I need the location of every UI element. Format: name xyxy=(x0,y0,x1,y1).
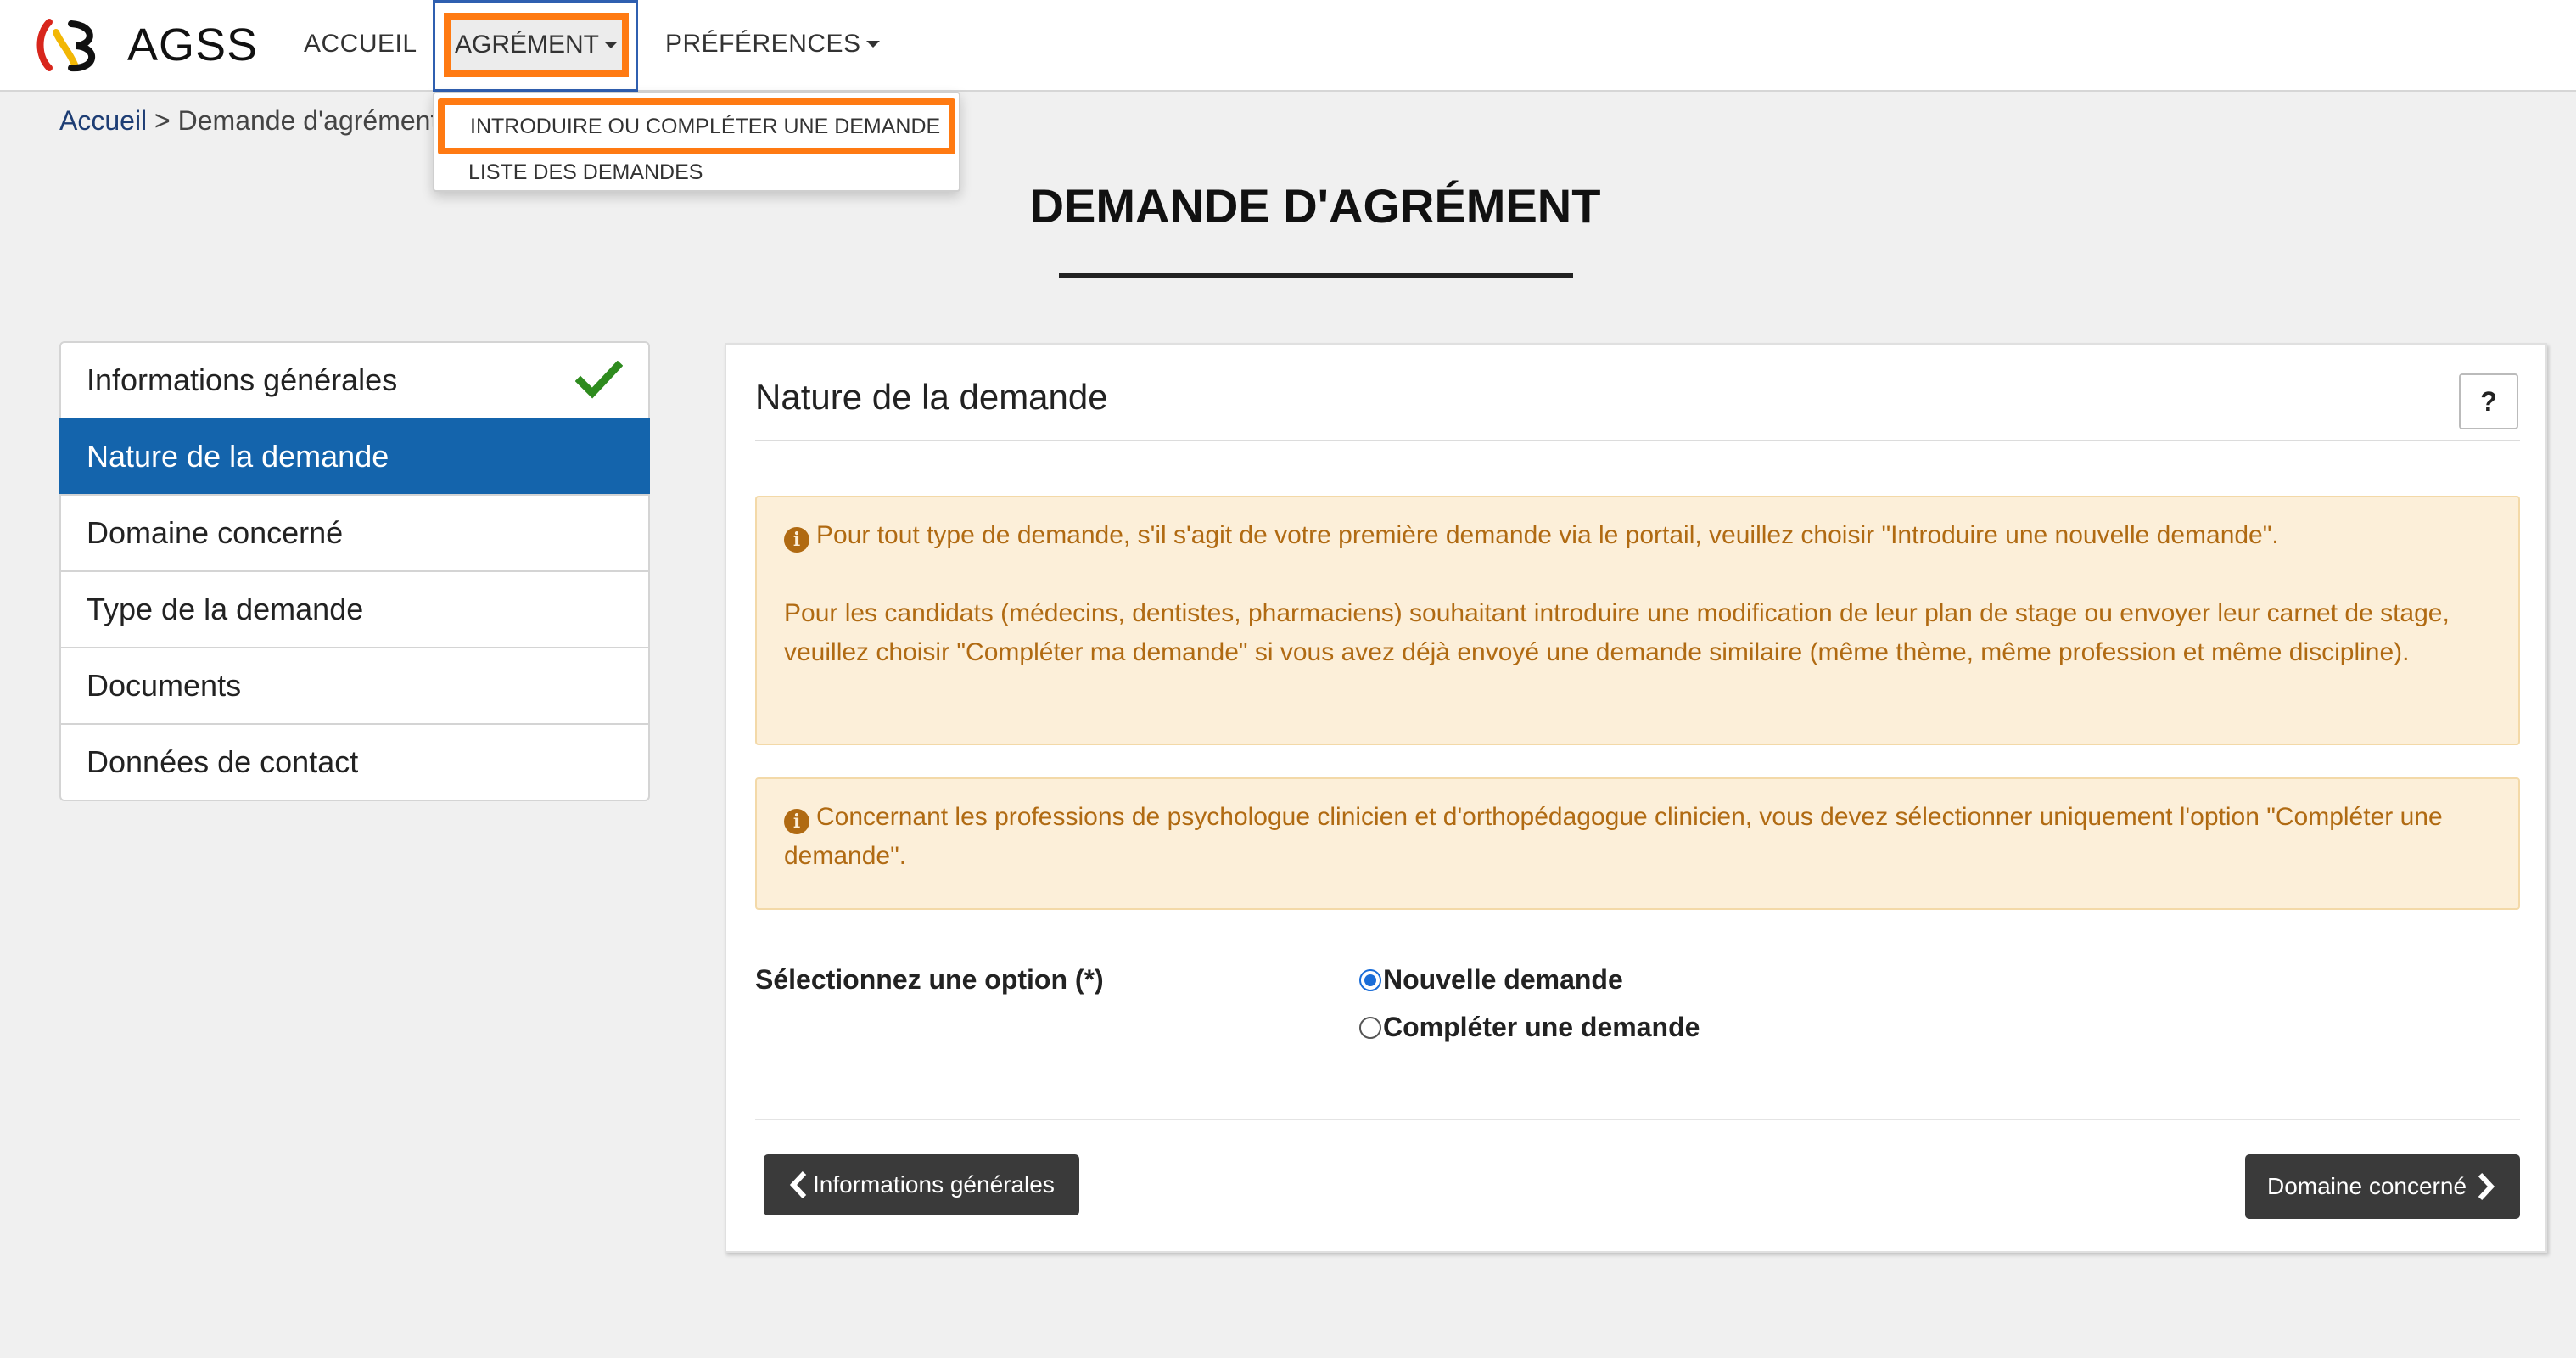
next-step-button[interactable]: Domaine concerné xyxy=(2245,1154,2520,1219)
page-title: DEMANDE D'AGRÉMENT xyxy=(1029,179,1601,233)
radio-option-completer[interactable]: Compléter une demande xyxy=(1359,1012,1700,1043)
radio-label: Compléter une demande xyxy=(1383,1012,1700,1042)
breadcrumb-home[interactable]: Accueil xyxy=(59,105,147,136)
nav-agrement-label: AGRÉMENT xyxy=(454,31,599,59)
panel-divider xyxy=(755,440,2520,441)
panel-title: Nature de la demande xyxy=(755,377,1108,417)
radio-label: Nouvelle demande xyxy=(1383,964,1623,995)
info-alert-first-request: i Pour tout type de demande, s'il s'agit … xyxy=(755,496,2520,745)
caret-down-icon xyxy=(865,41,880,48)
previous-step-label: Informations générales xyxy=(813,1171,1055,1198)
chevron-right-icon xyxy=(2478,1172,2495,1201)
nav-accueil-label: ACCUEIL xyxy=(304,30,417,58)
nav-agrement[interactable]: AGRÉMENT xyxy=(444,13,629,77)
alert-text: Concernant les professions de psychologu… xyxy=(784,803,2443,870)
nav-agrement-focus: AGRÉMENT xyxy=(433,0,638,92)
step-label: Nature de la demande xyxy=(87,439,389,474)
nav-preferences-label: PRÉFÉRENCES xyxy=(665,30,861,58)
breadcrumb-separator: > xyxy=(147,105,178,136)
info-circle-icon: i xyxy=(784,809,809,834)
step-domaine-concerne[interactable]: Domaine concerné xyxy=(59,494,650,572)
step-label: Données de contact xyxy=(87,744,359,779)
check-icon xyxy=(575,361,623,399)
previous-step-button[interactable]: Informations générales xyxy=(764,1154,1079,1215)
top-navbar: AGSS ACCUEIL AGRÉMENT PRÉFÉRENCES xyxy=(0,0,2576,92)
next-step-label: Domaine concerné xyxy=(2267,1173,2467,1199)
radio-nouvelle-demande[interactable] xyxy=(1359,968,1381,991)
brand[interactable]: AGSS xyxy=(34,15,258,75)
caret-down-icon xyxy=(604,42,618,48)
chevron-left-icon xyxy=(789,1170,807,1199)
nav-preferences[interactable]: PRÉFÉRENCES xyxy=(665,0,880,88)
step-nature-demande[interactable]: Nature de la demande xyxy=(59,418,650,496)
form-panel: Nature de la demande ? i Pour tout type d… xyxy=(725,343,2547,1253)
step-donnees-contact[interactable]: Données de contact xyxy=(59,723,650,801)
breadcrumb: Accueil > Demande d'agrément xyxy=(59,105,438,137)
step-label: Type de la demande xyxy=(87,592,364,626)
step-documents[interactable]: Documents xyxy=(59,647,650,725)
menu-item-introduire[interactable]: INTRODUIRE OU COMPLÉTER UNE DEMANDE xyxy=(438,98,955,154)
alert-paragraph: i Concernant les professions de psycholog… xyxy=(784,798,2491,876)
nav-accueil[interactable]: ACCUEIL xyxy=(304,0,417,88)
alert-paragraph: Pour les candidats (médecins, dentistes,… xyxy=(784,599,2450,666)
step-label: Domaine concerné xyxy=(87,515,344,550)
step-type-demande[interactable]: Type de la demande xyxy=(59,570,650,648)
radio-completer-demande[interactable] xyxy=(1359,1016,1381,1039)
steps-sidebar: Informations générales Nature de la dema… xyxy=(59,341,650,801)
help-button-label: ? xyxy=(2480,385,2497,417)
breadcrumb-current: Demande d'agrément xyxy=(177,105,439,136)
alert-text: Pour tout type de demande, s'il s'agit d… xyxy=(816,521,2279,549)
option-field-label: Sélectionnez une option (*) xyxy=(755,964,1104,995)
info-circle-icon: i xyxy=(784,527,809,553)
panel-footer-divider xyxy=(755,1119,2520,1120)
agrement-dropdown-menu: INTRODUIRE OU COMPLÉTER UNE DEMANDE LIST… xyxy=(433,92,960,192)
step-label: Informations générales xyxy=(87,362,398,397)
radio-option-nouvelle[interactable]: Nouvelle demande xyxy=(1359,964,1623,996)
help-button[interactable]: ? xyxy=(2459,373,2518,429)
brand-name: AGSS xyxy=(127,20,259,70)
menu-item-introduire-label: INTRODUIRE OU COMPLÉTER UNE DEMANDE xyxy=(470,114,941,138)
step-label: Documents xyxy=(87,668,242,703)
info-alert-psychologue: i Concernant les professions de psycholog… xyxy=(755,777,2520,910)
alert-paragraph: i Pour tout type de demande, s'il s'agit … xyxy=(784,516,2491,555)
step-informations-generales[interactable]: Informations générales xyxy=(59,341,650,419)
agss-logo-icon xyxy=(36,19,95,72)
title-underline xyxy=(1059,273,1573,278)
